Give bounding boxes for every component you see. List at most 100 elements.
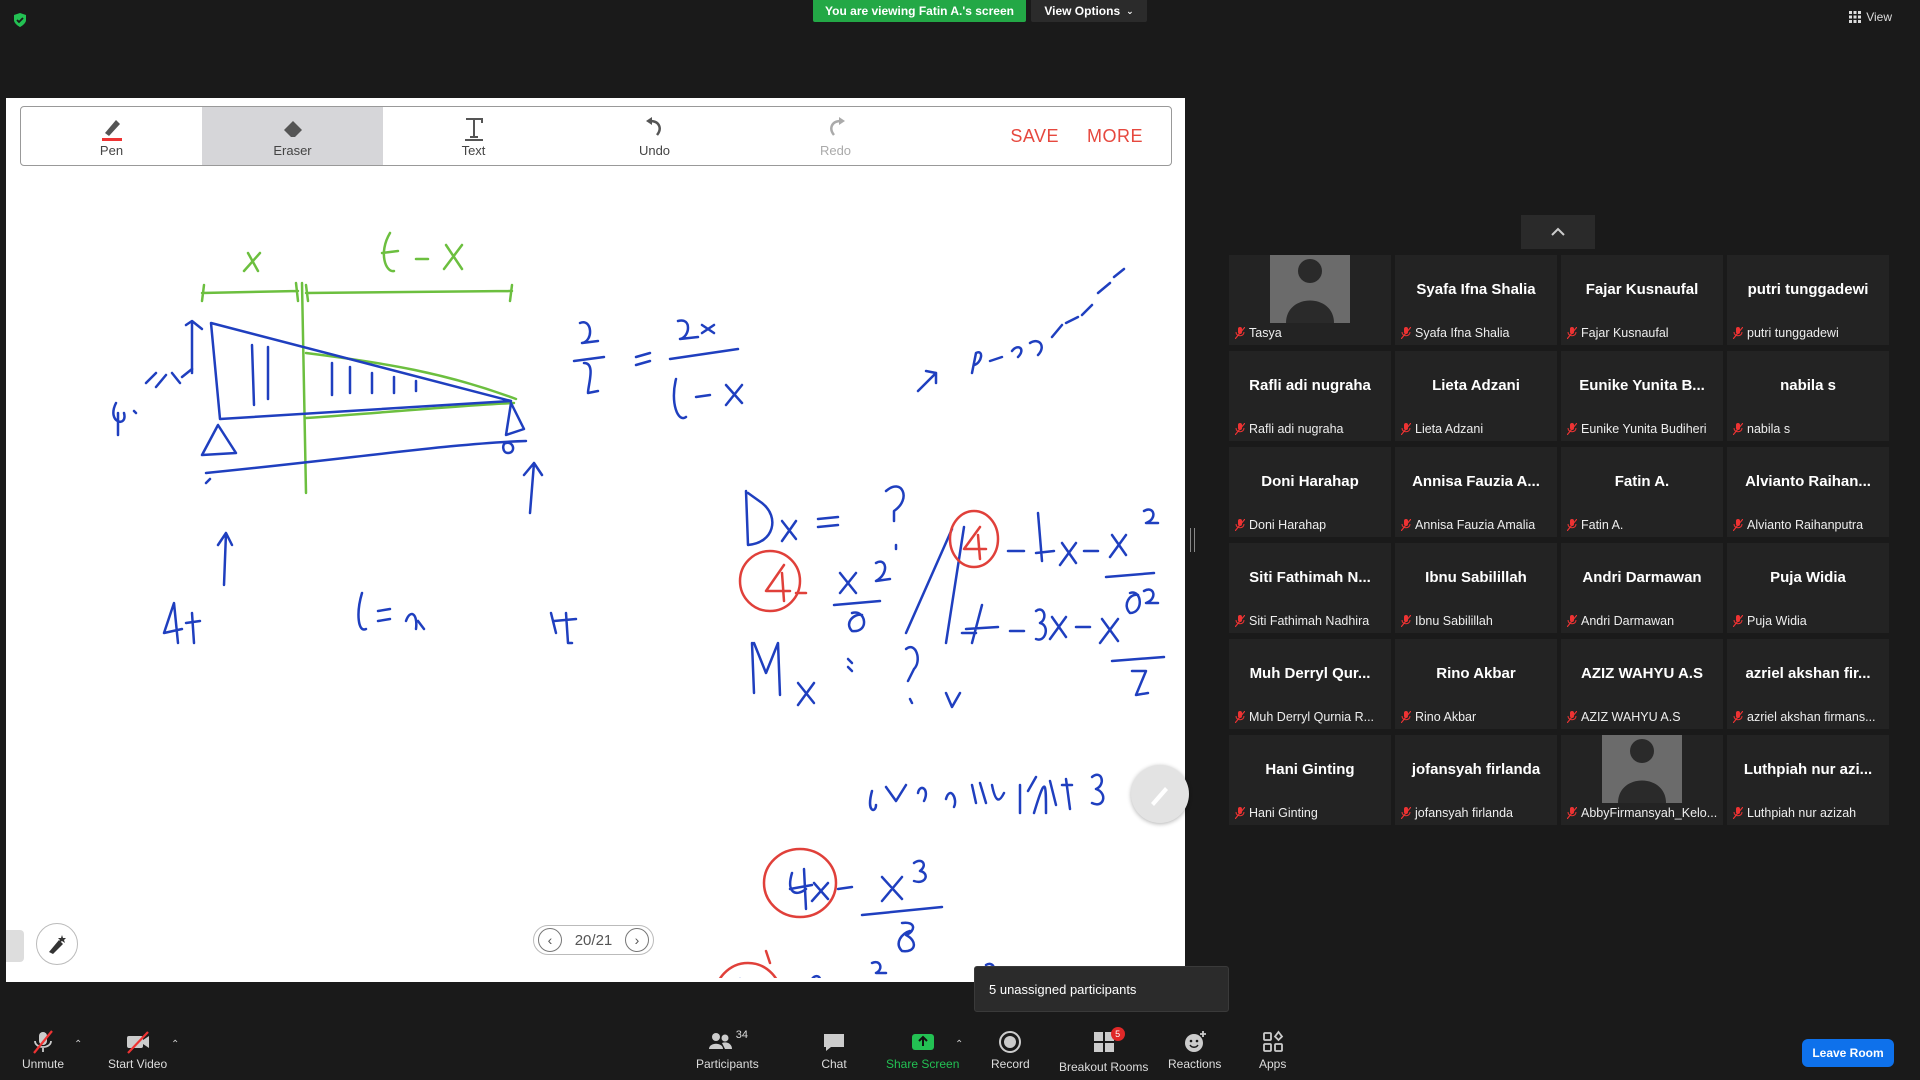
participant-name: AZIZ WAHYU A.S — [1581, 710, 1681, 724]
participant-tile[interactable]: Muh Derryl Qur... Muh Derryl Qurnia R... — [1229, 639, 1391, 729]
participant-display-name: Puja Widia — [1770, 568, 1846, 586]
reactions-label: Reactions — [1168, 1057, 1222, 1071]
participant-name: putri tunggadewi — [1747, 326, 1839, 340]
pen-label: Pen — [99, 142, 124, 158]
participant-tile[interactable]: Ibnu Sabilillah Ibnu Sabilillah — [1395, 543, 1557, 633]
muted-mic-icon — [1235, 615, 1245, 627]
participants-count: 34 — [735, 1029, 748, 1041]
annotate-pen-button[interactable] — [1131, 765, 1189, 823]
participant-tile[interactable]: Rafli adi nugraha Rafli adi nugraha — [1229, 351, 1391, 441]
pen-star-icon — [49, 935, 66, 954]
participant-display-name: azriel akshan fir... — [1745, 664, 1871, 682]
next-page-button[interactable]: › — [624, 928, 649, 952]
muted-mic-icon — [33, 1030, 53, 1054]
participant-display-name: Eunike Yunita B... — [1579, 376, 1705, 394]
breakout-rooms-button[interactable]: 5 Breakout Rooms — [1059, 1027, 1149, 1074]
participant-display-name: Ibnu Sabilillah — [1425, 568, 1527, 586]
participant-nameplate: AZIZ WAHYU A.S — [1567, 708, 1717, 726]
participant-tile[interactable]: Puja Widia Puja Widia — [1727, 543, 1889, 633]
participant-name: nabila s — [1747, 422, 1791, 436]
participant-tile[interactable]: Fatin A. Fatin A. — [1561, 447, 1723, 537]
leave-room-button[interactable]: Leave Room — [1802, 1039, 1894, 1067]
muted-mic-icon — [1567, 711, 1577, 723]
security-shield-icon[interactable] — [12, 12, 28, 28]
save-button[interactable]: SAVE — [1010, 126, 1059, 147]
participant-tile[interactable]: Lieta Adzani Lieta Adzani — [1395, 351, 1557, 441]
participant-name: Muh Derryl Qurnia R... — [1249, 710, 1375, 724]
undo-tool[interactable]: Undo — [564, 107, 745, 165]
participant-display-name: Syafa Ifna Shalia — [1416, 280, 1536, 298]
meeting-controls-bar: Unmute ⌃ Start Video ⌃ 34 Participants C… — [0, 1017, 1920, 1080]
participant-display-name: Fajar Kusnaufal — [1585, 280, 1699, 298]
muted-mic-icon — [1401, 327, 1411, 339]
participant-tile[interactable]: jofansyah firlanda jofansyah firlanda — [1395, 735, 1557, 825]
prev-page-button[interactable]: ‹ — [538, 928, 562, 952]
apps-button[interactable]: Apps — [1259, 1029, 1286, 1071]
participant-tile[interactable]: Tasya — [1229, 255, 1391, 345]
participant-name: Syafa Ifna Shalia — [1415, 326, 1510, 340]
eraser-tool[interactable]: Eraser — [202, 107, 383, 165]
participant-display-name: Andri Darmawan — [1582, 568, 1702, 586]
participant-tile[interactable]: Luthpiah nur azi... Luthpiah nur azizah — [1727, 735, 1889, 825]
muted-mic-icon — [1401, 423, 1411, 435]
whiteboard-canvas[interactable] — [6, 173, 1185, 978]
muted-mic-icon — [1235, 519, 1245, 531]
share-screen-icon — [911, 1034, 934, 1050]
participant-tile[interactable]: Syafa Ifna Shalia Syafa Ifna Shalia — [1395, 255, 1557, 345]
view-options-label: View Options — [1044, 4, 1121, 18]
view-options-button[interactable]: View Options ⌄ — [1031, 0, 1147, 22]
pen-tool[interactable]: Pen — [21, 107, 202, 165]
more-button[interactable]: MORE — [1087, 126, 1143, 147]
participant-nameplate: Eunike Yunita Budiheri — [1567, 420, 1717, 438]
participant-nameplate: Luthpiah nur azizah — [1733, 804, 1883, 822]
participant-name: Tasya — [1249, 326, 1282, 340]
participant-photo-image — [1602, 735, 1682, 803]
text-tool[interactable]: Text — [383, 107, 564, 165]
share-options-caret[interactable]: ⌃ — [955, 1039, 963, 1050]
side-panel-tab[interactable] — [6, 930, 24, 962]
participant-tile[interactable]: AZIZ WAHYU A.S AZIZ WAHYU A.S — [1561, 639, 1723, 729]
view-button[interactable]: View — [1849, 10, 1892, 24]
participant-name: jofansyah firlanda — [1415, 806, 1513, 820]
split-resize-handle[interactable] — [1190, 528, 1195, 552]
participant-tile[interactable]: Rino Akbar Rino Akbar — [1395, 639, 1557, 729]
participant-display-name: Muh Derryl Qur... — [1249, 664, 1371, 682]
chat-icon — [824, 1034, 844, 1051]
participant-tile[interactable]: nabila s nabila s — [1727, 351, 1889, 441]
unmute-button[interactable]: Unmute — [22, 1029, 64, 1071]
participant-tile[interactable]: Siti Fathimah N... Siti Fathimah Nadhira — [1229, 543, 1391, 633]
participant-tile[interactable]: azriel akshan fir... azriel akshan firman… — [1727, 639, 1889, 729]
chat-label: Chat — [821, 1057, 847, 1071]
participant-tile[interactable]: AbbyFirmansyah_Kelo... — [1561, 735, 1723, 825]
participant-gallery: Tasya Syafa Ifna Shalia Syafa Ifna Shalia F… — [1229, 255, 1889, 825]
record-button[interactable]: Record — [991, 1029, 1030, 1071]
participant-tile[interactable]: Annisa Fauzia A... Annisa Fauzia Amalia — [1395, 447, 1557, 537]
annotate-tools-button[interactable] — [36, 923, 78, 965]
participant-name: Luthpiah nur azizah — [1747, 806, 1857, 820]
start-video-label: Start Video — [108, 1057, 168, 1071]
share-screen-label: Share Screen — [886, 1057, 960, 1071]
share-screen-button[interactable]: Share Screen — [886, 1029, 959, 1071]
redo-tool[interactable]: Redo — [745, 107, 926, 165]
start-video-button[interactable]: Start Video — [108, 1029, 167, 1071]
participant-tile[interactable]: Doni Harahap Doni Harahap — [1229, 447, 1391, 537]
participants-button[interactable]: 34 Participants — [696, 1029, 759, 1071]
participant-tile[interactable]: Hani Ginting Hani Ginting — [1229, 735, 1391, 825]
participant-tile[interactable]: Fajar Kusnaufal Fajar Kusnaufal — [1561, 255, 1723, 345]
participant-tile[interactable]: Andri Darmawan Andri Darmawan — [1561, 543, 1723, 633]
audio-options-caret[interactable]: ⌃ — [74, 1039, 82, 1050]
handwriting-green — [200, 231, 518, 495]
collapse-gallery-button[interactable] — [1521, 215, 1595, 249]
video-options-caret[interactable]: ⌃ — [171, 1039, 179, 1050]
breakout-rooms-label: Breakout Rooms — [1059, 1060, 1149, 1074]
redo-icon — [829, 116, 845, 136]
participant-tile[interactable]: Eunike Yunita B... Eunike Yunita Budiheri — [1561, 351, 1723, 441]
participant-photo-image — [1270, 255, 1350, 323]
muted-mic-icon — [1733, 711, 1743, 723]
chat-button[interactable]: Chat — [821, 1029, 847, 1071]
handwriting-blue — [112, 267, 1166, 978]
reactions-button[interactable]: Reactions — [1168, 1029, 1221, 1071]
participant-name: Lieta Adzani — [1415, 422, 1484, 436]
participant-tile[interactable]: Alvianto Raihan... Alvianto Raihanputra — [1727, 447, 1889, 537]
participant-tile[interactable]: putri tunggadewi putri tunggadewi — [1727, 255, 1889, 345]
